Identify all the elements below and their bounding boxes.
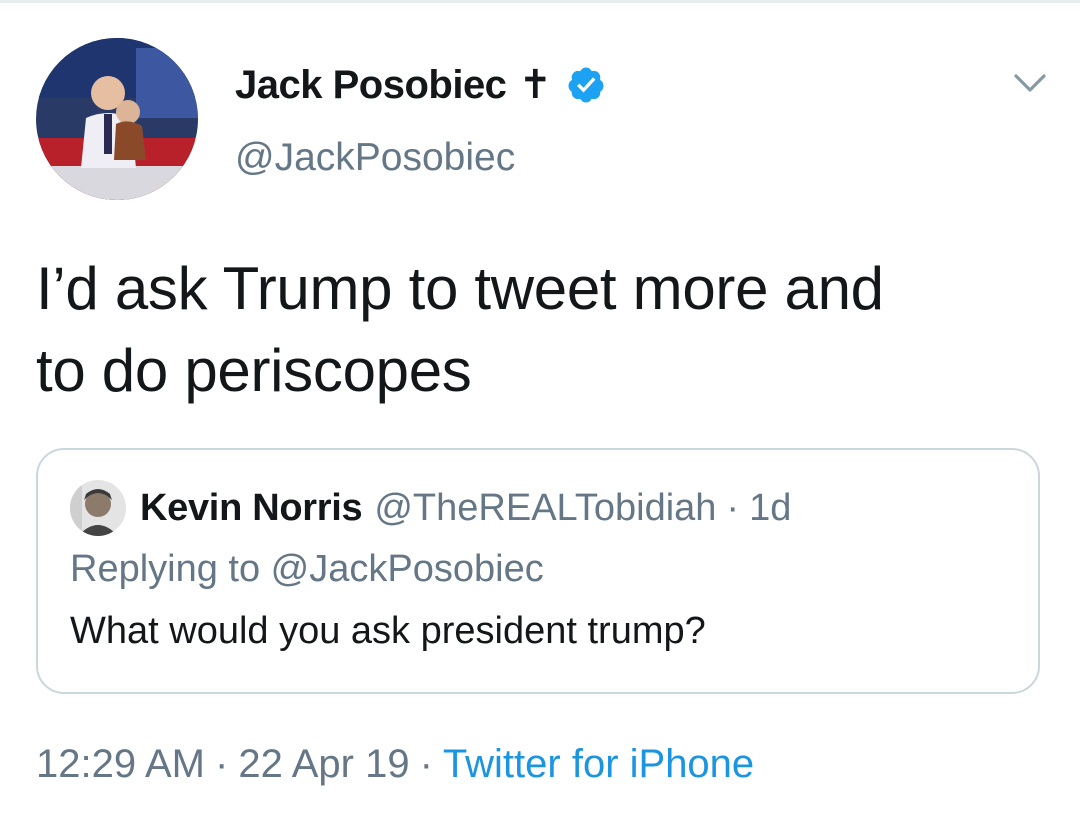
quoted-tweet-header: Kevin Norris @TheREALTobidiah · 1d	[70, 480, 791, 536]
author-display-name[interactable]: Jack Posobiec	[235, 63, 507, 108]
tweet-meta: 12:29 AM · 22 Apr 19 · Twitter for iPhon…	[36, 742, 754, 787]
author-avatar[interactable]	[36, 38, 198, 200]
author-handle[interactable]: @JackPosobiec	[235, 136, 515, 180]
chevron-down-icon[interactable]	[1012, 68, 1048, 98]
meta-separator-2: ·	[419, 742, 433, 786]
meta-separator-1: ·	[215, 742, 229, 786]
quoted-author-display-name[interactable]: Kevin Norris	[140, 487, 363, 530]
quoted-replying-to: Replying to @JackPosobiec	[70, 548, 544, 590]
name-cross-glyph: ✝	[518, 63, 552, 107]
quoted-timestamp: 1d	[749, 486, 792, 529]
quoted-tweet-card[interactable]: Kevin Norris @TheREALTobidiah · 1d Reply…	[36, 448, 1040, 694]
tweet-time: 12:29 AM	[36, 742, 206, 786]
tweet-text: I’d ask Trump to tweet more and to do pe…	[36, 248, 1036, 412]
quoted-tweet-text: What would you ask president trump?	[70, 610, 706, 652]
author-name-row[interactable]: Jack Posobiec ✝	[235, 58, 606, 112]
quoted-author-avatar-image	[70, 480, 126, 536]
tweet-text-line-1: I’d ask Trump to tweet more and	[36, 255, 884, 322]
top-divider	[0, 0, 1080, 3]
quoted-author-handle[interactable]: @TheREALTobidiah	[374, 487, 716, 530]
tweet-source-link[interactable]: Twitter for iPhone	[443, 742, 754, 787]
quoted-author-avatar	[70, 480, 126, 536]
tweet-text-line-2: to do periscopes	[36, 337, 472, 404]
verified-badge-icon	[568, 67, 604, 103]
quoted-separator: ·	[726, 486, 740, 529]
author-avatar-image	[36, 38, 198, 200]
tweet-date: 22 Apr 19	[238, 742, 410, 786]
